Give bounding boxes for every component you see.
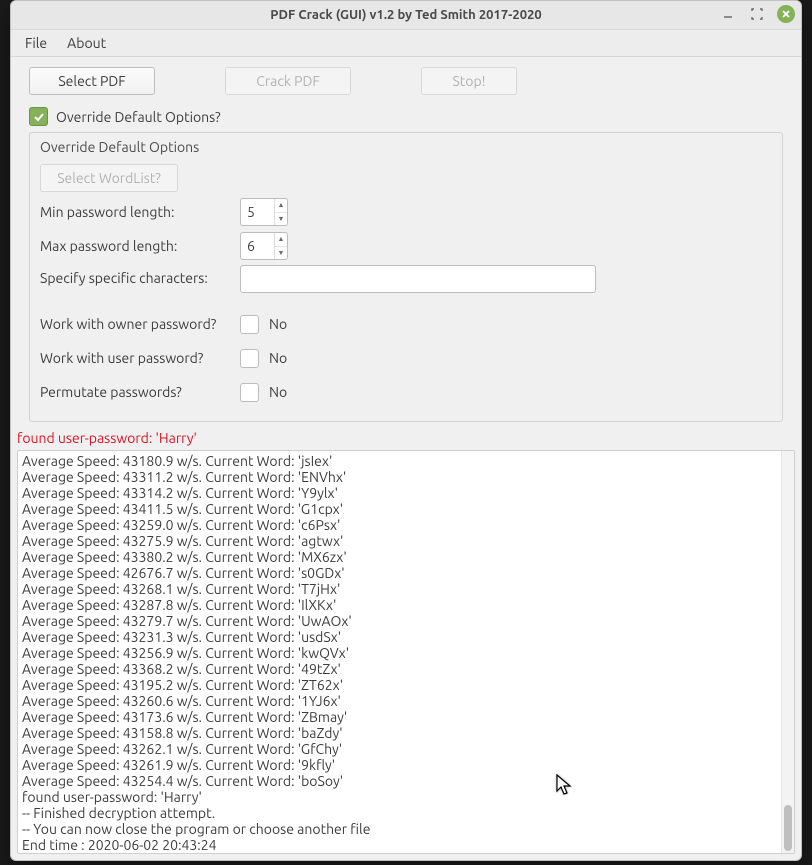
maximize-button[interactable] xyxy=(748,6,765,23)
top-button-row: Select PDF Crack PDF Stop! xyxy=(11,57,801,99)
app-window: PDF Crack (GUI) v1.2 by Ted Smith 2017-2… xyxy=(10,0,802,861)
window-controls xyxy=(719,5,795,23)
minimize-button[interactable] xyxy=(719,6,736,23)
permutate-row: Permutate passwords? No xyxy=(40,377,772,407)
permutate-label: Permutate passwords? xyxy=(40,384,240,400)
scrollbar-thumb[interactable] xyxy=(784,805,792,851)
owner-pwd-row: Work with owner password? No xyxy=(40,309,772,339)
crack-pdf-button[interactable]: Crack PDF xyxy=(225,67,351,95)
status-line: found user-password: 'Harry' xyxy=(11,424,801,450)
specify-chars-input[interactable] xyxy=(240,265,596,293)
chevron-down-icon[interactable]: ▼ xyxy=(275,246,287,260)
max-pwd-label: Max password length: xyxy=(40,238,240,254)
min-pwd-row: Min password length: 5 ▲ ▼ xyxy=(40,197,772,227)
owner-pwd-checkbox[interactable] xyxy=(240,315,259,334)
owner-pwd-label: Work with owner password? xyxy=(40,316,240,332)
check-icon xyxy=(33,111,45,123)
user-pwd-text: No xyxy=(269,350,287,366)
user-pwd-checkbox[interactable] xyxy=(240,349,259,368)
override-checkbox[interactable] xyxy=(29,107,48,126)
min-pwd-label: Min password length: xyxy=(40,204,240,220)
permutate-checkbox[interactable] xyxy=(240,383,259,402)
owner-pwd-text: No xyxy=(269,316,287,332)
menubar: File About xyxy=(11,30,801,57)
specify-chars-row: Specify specific characters: xyxy=(40,265,772,295)
chevron-up-icon[interactable]: ▲ xyxy=(275,199,287,212)
log-text[interactable]: Average Speed: 43180.9 w/s. Current Word… xyxy=(18,451,781,853)
content: Select PDF Crack PDF Stop! Override Defa… xyxy=(11,57,801,860)
min-pwd-spinner[interactable]: 5 ▲ ▼ xyxy=(240,198,288,226)
max-pwd-row: Max password length: 6 ▲ ▼ xyxy=(40,231,772,261)
chevron-up-icon[interactable]: ▲ xyxy=(275,233,287,246)
override-row: Override Default Options? xyxy=(11,99,801,132)
override-groupbox: Override Default Options Select WordList… xyxy=(29,132,783,422)
specify-chars-label: Specify specific characters: xyxy=(40,265,240,286)
permutate-text: No xyxy=(269,384,287,400)
max-pwd-spinner[interactable]: 6 ▲ ▼ xyxy=(240,232,288,260)
scrollbar[interactable] xyxy=(781,451,794,853)
select-wordlist-row: Select WordList? xyxy=(40,163,772,193)
max-pwd-value: 6 xyxy=(241,233,274,259)
select-pdf-button[interactable]: Select PDF xyxy=(29,67,155,95)
stop-button[interactable]: Stop! xyxy=(421,67,517,95)
user-pwd-label: Work with user password? xyxy=(40,350,240,366)
chevron-down-icon[interactable]: ▼ xyxy=(275,212,287,226)
window-title: PDF Crack (GUI) v1.2 by Ted Smith 2017-2… xyxy=(11,8,801,22)
select-wordlist-button[interactable]: Select WordList? xyxy=(40,164,178,192)
override-label: Override Default Options? xyxy=(56,109,221,125)
titlebar: PDF Crack (GUI) v1.2 by Ted Smith 2017-2… xyxy=(11,1,801,30)
close-button[interactable] xyxy=(777,5,795,23)
menu-file[interactable]: File xyxy=(15,31,57,55)
menu-about[interactable]: About xyxy=(57,31,116,55)
min-pwd-value: 5 xyxy=(241,199,274,225)
groupbox-legend: Override Default Options xyxy=(40,139,772,155)
user-pwd-row: Work with user password? No xyxy=(40,343,772,373)
log-area: Average Speed: 43180.9 w/s. Current Word… xyxy=(17,450,795,854)
